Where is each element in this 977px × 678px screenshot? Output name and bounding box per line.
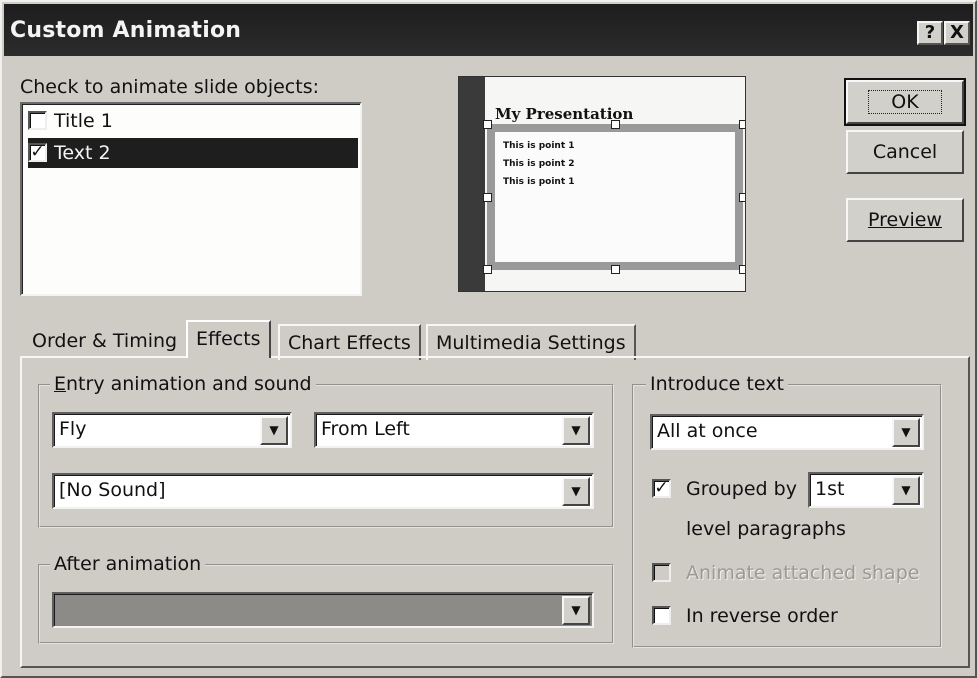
selection-handle [611,265,620,274]
animate-attached-shape-checkbox[interactable] [652,563,671,582]
entry-direction-select[interactable]: From Left ▼ [314,412,594,448]
cancel-button[interactable]: Cancel [846,130,964,174]
objects-list-label: Check to animate slide objects: [20,76,319,98]
selection-handle [739,265,745,274]
window-title: Custom Animation [10,18,242,43]
object-label-title-1: Title 1 [54,110,113,132]
preview-bullet: This is point 2 [503,159,575,169]
selection-handle [483,120,492,129]
selection-handle [739,120,745,129]
grouped-by-level-value: 1st [815,478,845,500]
dropdown-arrow-icon[interactable]: ▼ [260,416,288,445]
selection-handle [483,265,492,274]
title-bar[interactable]: Custom Animation ? X [4,4,973,56]
close-button[interactable]: X [944,21,970,45]
tab-effects[interactable]: Effects [186,320,271,358]
entry-animation-legend: Entry animation and sound [50,373,316,395]
after-animation-legend: After animation [50,553,206,575]
object-item-title-1[interactable]: Title 1 [28,106,358,136]
dropdown-arrow-icon[interactable]: ▼ [892,476,920,505]
level-paragraphs-label: level paragraphs [686,518,846,540]
animate-attached-shape-label: Animate attached shape [686,562,920,584]
objects-list[interactable]: Title 1 ✓ Text 2 [20,102,362,296]
object-checkbox-title-1[interactable] [28,111,47,130]
entry-direction-value: From Left [321,418,410,440]
help-button[interactable]: ? [917,21,943,45]
tab-chart-effects[interactable]: Chart Effects [278,324,421,360]
dropdown-arrow-icon[interactable]: ▼ [892,418,920,447]
preview-button[interactable]: Preview [846,198,964,242]
slide-preview: My Presentation This is point 1 This is … [458,76,746,292]
tab-order-timing[interactable]: Order & Timing [24,324,185,360]
introduce-text-select[interactable]: All at once ▼ [650,414,924,450]
introduce-text-value: All at once [657,420,758,442]
dropdown-arrow-icon[interactable]: ▼ [562,416,590,445]
introduce-text-legend: Introduce text [646,373,788,395]
grouped-by-label: Grouped by [686,478,797,500]
selection-handle [611,120,620,129]
custom-animation-dialog: Custom Animation ? X Check to animate sl… [0,0,977,678]
grouped-by-level-select[interactable]: 1st ▼ [808,472,924,508]
object-checkbox-text-2[interactable]: ✓ [28,143,47,162]
ok-button[interactable]: OK [844,78,966,126]
entry-effect-value: Fly [59,418,87,440]
reverse-order-checkbox[interactable] [652,606,671,625]
entry-effect-select[interactable]: Fly ▼ [52,412,292,448]
preview-button-label: Preview [868,209,942,231]
dropdown-arrow-icon[interactable]: ▼ [562,596,590,625]
object-label-text-2: Text 2 [54,142,111,164]
grouped-by-checkbox[interactable]: ✓ [652,479,671,498]
after-animation-select[interactable]: ▼ [52,592,594,628]
ok-button-label: OK [868,90,942,114]
slide-preview-sidebar [459,77,485,291]
object-item-text-2[interactable]: ✓ Text 2 [28,138,358,168]
entry-sound-select[interactable]: [No Sound] ▼ [52,473,594,509]
entry-sound-value: [No Sound] [59,479,166,501]
preview-bullet: This is point 1 [503,177,575,187]
reverse-order-label: In reverse order [686,605,838,627]
tab-multimedia-settings[interactable]: Multimedia Settings [426,324,636,360]
dropdown-arrow-icon[interactable]: ▼ [562,477,590,506]
selection-handle [739,193,745,202]
selection-handle [483,193,492,202]
preview-bullet: This is point 1 [503,141,575,151]
